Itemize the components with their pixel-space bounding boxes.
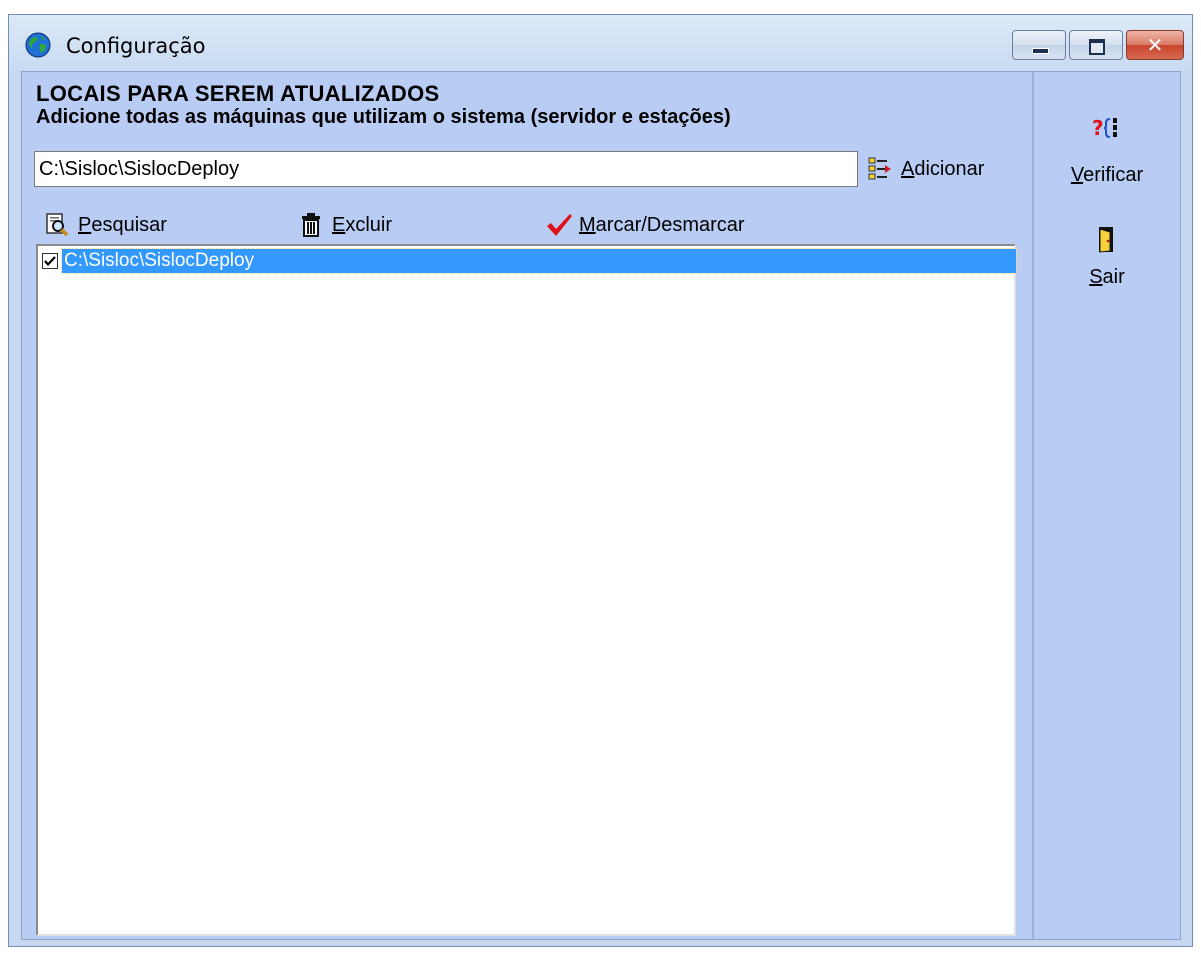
exit-door-icon (1097, 225, 1117, 255)
delete-button-label: Excluir (332, 213, 393, 236)
add-button-label: Adicionar (901, 157, 985, 180)
item-checkbox[interactable] (42, 253, 58, 269)
svg-text:?: ? (1092, 116, 1104, 140)
main-panel: LOCAIS PARA SEREM ATUALIZADOS Adicione t… (22, 72, 1032, 939)
mark-unmark-button-label: Marcar/Desmarcar (579, 213, 745, 236)
verify-button[interactable]: ? Verificar (1034, 112, 1180, 187)
list-item-label: C:\Sisloc\SislocDeploy (61, 248, 1017, 274)
delete-button[interactable]: Excluir (298, 212, 392, 238)
list-item[interactable]: C:\Sisloc\SislocDeploy (38, 248, 1017, 274)
close-button[interactable]: ✕ (1126, 30, 1184, 60)
maximize-icon (1089, 39, 1105, 55)
section-heading: LOCAIS PARA SEREM ATUALIZADOS (36, 81, 440, 106)
minimize-button[interactable] (1012, 30, 1066, 60)
caption-buttons: ✕ (1012, 30, 1184, 60)
search-button-label: Pesquisar (78, 213, 167, 236)
path-input[interactable] (34, 151, 858, 187)
globe-icon (25, 32, 51, 58)
configuration-window: Configuração ✕ LOCAIS PARA SEREM ATUALIZ… (8, 14, 1193, 947)
checkbox-check-icon (44, 256, 56, 267)
exit-button[interactable]: Sair (1034, 224, 1180, 289)
section-instructions: Adicione todas as máquinas que utilizam … (36, 106, 731, 128)
side-panel: ? Verificar Sair (1032, 72, 1180, 939)
minimize-icon (1032, 48, 1049, 54)
verify-button-label: Verificar (1070, 164, 1144, 186)
checkmark-icon (545, 212, 572, 238)
search-button[interactable]: Pesquisar (44, 212, 167, 238)
maximize-button[interactable] (1069, 30, 1123, 60)
trash-icon (298, 212, 324, 238)
verify-icon: ? (1090, 113, 1124, 143)
close-icon: ✕ (1146, 33, 1164, 57)
title-bar[interactable]: Configuração ✕ (9, 15, 1192, 71)
locations-list[interactable]: C:\Sisloc\SislocDeploy (36, 244, 1017, 936)
add-list-icon (867, 156, 893, 182)
add-button[interactable]: Adicionar (867, 156, 984, 182)
client-area: LOCAIS PARA SEREM ATUALIZADOS Adicione t… (21, 71, 1181, 940)
search-icon (44, 212, 70, 238)
window-title: Configuração (66, 34, 206, 58)
exit-button-label: Sair (1089, 266, 1125, 288)
mark-unmark-button[interactable]: Marcar/Desmarcar (545, 212, 745, 238)
